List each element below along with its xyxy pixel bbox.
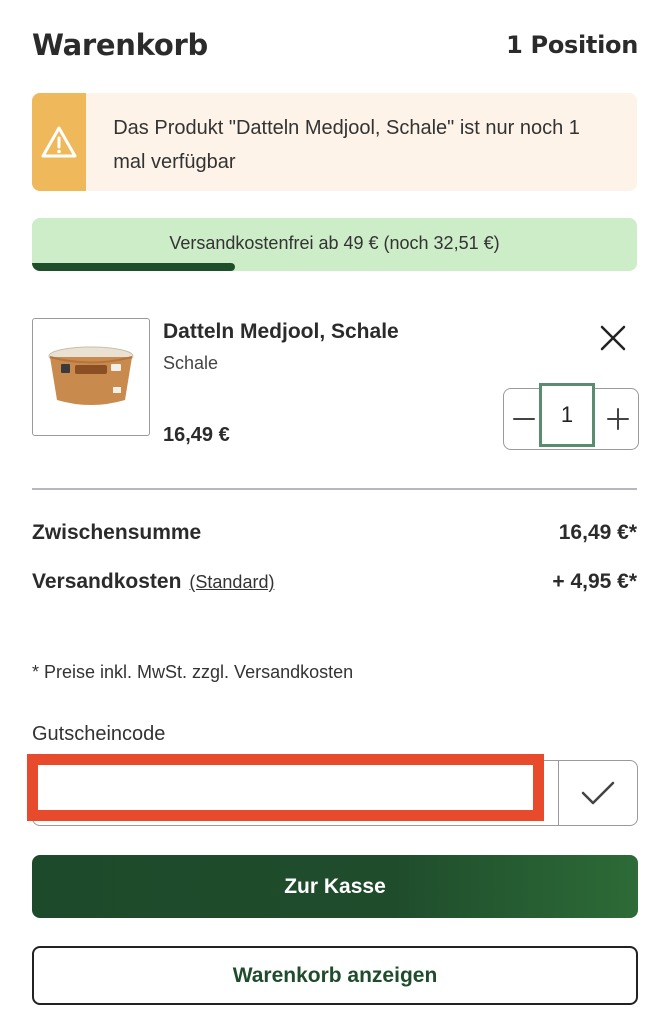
product-tub-icon: [48, 346, 134, 405]
voucher-submit-button[interactable]: [558, 760, 638, 826]
shipping-row: Versandkosten (Standard) + 4,95 €*: [32, 570, 637, 594]
subtotal-row: Zwischensumme 16,49 €*: [32, 521, 637, 545]
availability-warning: Das Produkt "Datteln Medjool, Schale" is…: [32, 93, 637, 191]
free-shipping-progress: Versandkostenfrei ab 49 € (noch 32,51 €): [32, 218, 637, 271]
product-image[interactable]: [32, 318, 150, 436]
free-shipping-text: Versandkostenfrei ab 49 € (noch 32,51 €): [169, 233, 500, 253]
remove-item-button[interactable]: [598, 323, 628, 353]
shipping-cost-label: Versandkosten: [32, 570, 182, 593]
subtotal-value: 16,49 €*: [558, 521, 637, 544]
warning-icon: [41, 126, 77, 158]
subtotal-label: Zwischensumme: [32, 521, 202, 544]
decrease-quantity-button[interactable]: [504, 389, 544, 449]
product-variant: Schale: [163, 353, 219, 373]
product-price: 16,49 €: [163, 424, 230, 446]
progress-track: [32, 263, 637, 271]
plus-icon: [607, 408, 629, 430]
shipping-method-link[interactable]: (Standard): [189, 572, 274, 592]
close-icon: [600, 325, 626, 351]
item-count: 1 Position: [506, 31, 638, 59]
page-title: Warenkorb: [32, 28, 208, 62]
warning-icon-box: [32, 93, 87, 191]
view-cart-button[interactable]: Warenkorb anzeigen: [32, 946, 638, 1005]
progress-fill: [32, 263, 236, 271]
price-note: * Preise inkl. MwSt. zzgl. Versandkosten: [32, 662, 354, 682]
voucher-input[interactable]: [33, 761, 558, 825]
checkmark-icon: [581, 781, 615, 805]
product-name[interactable]: Datteln Medjool, Schale: [163, 320, 399, 344]
shipping-cost-value: + 4,95 €*: [552, 570, 637, 593]
voucher-label: Gutscheincode: [32, 723, 166, 745]
checkout-button[interactable]: Zur Kasse: [32, 855, 638, 918]
minus-icon: [513, 418, 535, 420]
voucher-field: [32, 760, 558, 826]
warning-message: Das Produkt "Datteln Medjool, Schale" is…: [113, 117, 580, 173]
increase-quantity-button[interactable]: [598, 389, 638, 449]
quantity-input[interactable]: 1: [539, 383, 595, 447]
divider: [32, 488, 637, 490]
cart-header: Warenkorb 1 Position: [32, 28, 638, 62]
